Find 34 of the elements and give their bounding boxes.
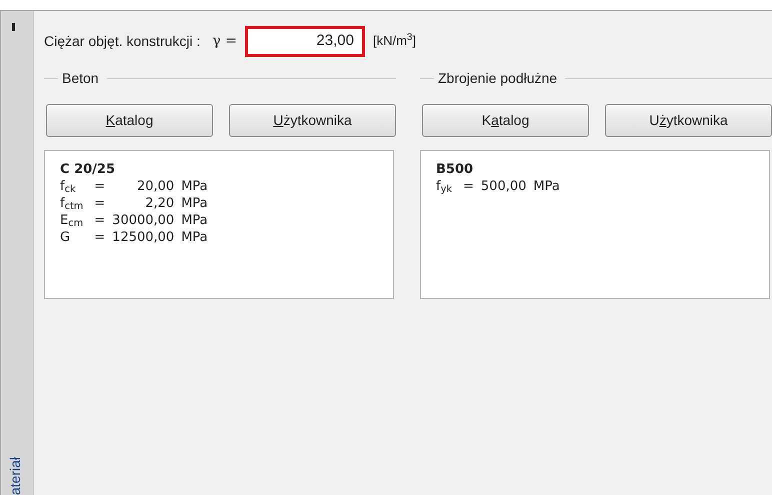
parameter-unit: MPa: [181, 178, 208, 195]
material-name: C 20/25: [60, 161, 115, 178]
group-title: Beton: [62, 68, 99, 88]
parameter-unit: MPa: [181, 229, 208, 246]
material-button[interactable]: Katalog: [422, 104, 589, 137]
parameter-symbol: f$_{ctm}$: [60, 195, 84, 212]
equals-sign: =: [94, 195, 106, 212]
equals-sign: =: [94, 212, 106, 229]
material-button[interactable]: Katalog: [46, 104, 213, 137]
unit-weight-label: Ciężar objęt. konstrukcji :: [44, 32, 200, 51]
parameter-symbol: G: [60, 229, 72, 246]
equals-sign: =: [463, 178, 474, 195]
parameter-value: 500,00: [480, 178, 526, 195]
tab-grip-icon: [12, 23, 14, 31]
side-tab[interactable]: ateriał: [2, 456, 26, 495]
equals-sign: =: [94, 229, 106, 246]
parameter-symbol: f$_{ck}$: [60, 178, 77, 195]
parameter-unit: MPa: [533, 178, 560, 195]
parameter-value: 12500,00: [112, 229, 174, 246]
unit-label: [kN/m$^{3}$]: [372, 31, 416, 50]
gamma-symbol: γ =: [212, 32, 237, 50]
equals-sign: =: [94, 178, 106, 195]
parameter-symbol: f$_{yk}$: [436, 178, 453, 195]
parameter-symbol: E$_{cm}$: [60, 212, 84, 229]
parameter-value: 2,20: [144, 195, 174, 212]
parameter-unit: MPa: [181, 195, 208, 212]
group-title: Zbrojenie podłużne: [438, 68, 558, 88]
parameter-value: 20,00: [136, 178, 174, 195]
material-name: B500: [436, 161, 474, 178]
parameter-value: 30000,00: [112, 212, 174, 229]
unit-weight-field[interactable]: 23,00: [244, 26, 365, 56]
material-button[interactable]: Użytkownika: [229, 104, 396, 137]
material-button[interactable]: Użytkownika: [605, 104, 772, 137]
parameter-unit: MPa: [181, 212, 208, 229]
